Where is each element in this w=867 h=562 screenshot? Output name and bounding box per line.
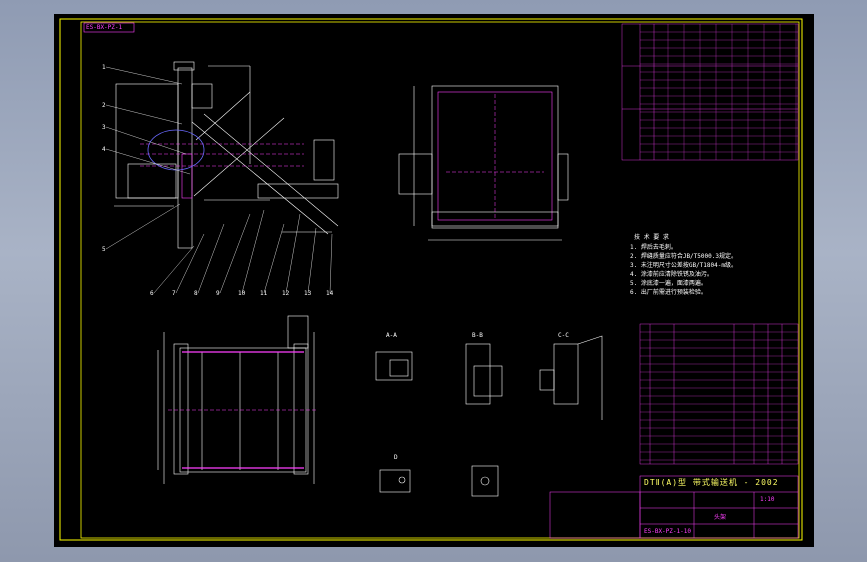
revision-table-grid (640, 24, 798, 160)
note-line: 2. 焊缝质量应符合JB/T5000.3规定。 (630, 253, 737, 260)
note-line: 4. 涂漆前应清除铁锈及油污。 (630, 271, 713, 278)
leader-line (105, 203, 181, 250)
detail-label: A-A (386, 332, 397, 339)
leader-number: 14 (326, 290, 334, 297)
detail-label: D (394, 454, 398, 461)
plan-view (157, 315, 315, 484)
main-view (114, 61, 339, 249)
side-view (398, 85, 569, 241)
scale: 1:10 (760, 496, 775, 503)
leader-line (105, 104, 183, 125)
leader-line (105, 126, 187, 155)
leader-line (241, 209, 265, 294)
leader-number: 13 (304, 290, 312, 297)
revision-table (621, 23, 799, 161)
drawing-number: ES-BX-PZ-1-10 (644, 528, 691, 535)
side-view-centerlines (446, 94, 544, 220)
leader-line (329, 233, 333, 294)
leader-line (263, 223, 285, 294)
parts-list-rows (640, 331, 798, 461)
leader-number: 7 (172, 290, 176, 297)
leader-line (105, 66, 183, 85)
note-line: 6. 出厂前需进行预装检验。 (630, 289, 707, 296)
detail-label: C-C (558, 332, 569, 339)
leader-number: 10 (238, 290, 246, 297)
leader-number: 4 (102, 146, 106, 153)
leader-number: 6 (150, 290, 154, 297)
notes-heading: 技 术 要 求 (634, 234, 669, 241)
leader-line (197, 223, 225, 294)
leader-line (307, 227, 317, 294)
corner-code: ES-BX-PZ-1 (86, 24, 123, 31)
leader-line (285, 213, 301, 294)
leader-number: 5 (102, 246, 106, 253)
leader-number: 8 (194, 290, 198, 297)
leader-number: 1 (102, 64, 106, 71)
note-line: 1. 焊后去毛刺。 (630, 244, 677, 251)
main-view-leaders (105, 66, 333, 294)
leader-line (153, 245, 195, 294)
detail-views (375, 335, 603, 497)
part-name: 头架 (714, 514, 727, 521)
note-line: 3. 未注明尺寸公差按GB/T1804-m级。 (630, 262, 737, 269)
leader-number: 12 (282, 290, 290, 297)
leader-number: 11 (260, 290, 268, 297)
leader-line (175, 233, 205, 294)
leader-number: 3 (102, 124, 106, 131)
parts-list (639, 323, 799, 465)
leader-line (219, 213, 251, 294)
leader-number: 9 (216, 290, 220, 297)
cad-viewport[interactable]: ES-BX-PZ-1 技 术 要 求 1. 焊后去毛刺。 2. 焊缝质量应符合JB… (54, 14, 814, 547)
title-block-title: DTⅡ(A)型 带式输送机 - 2002 (644, 478, 779, 487)
leader-number: 2 (102, 102, 106, 109)
detail-label: B-B (472, 332, 483, 339)
note-line: 5. 涂底漆一遍，面漆两遍。 (630, 280, 707, 287)
main-view-centerlines (140, 143, 304, 167)
